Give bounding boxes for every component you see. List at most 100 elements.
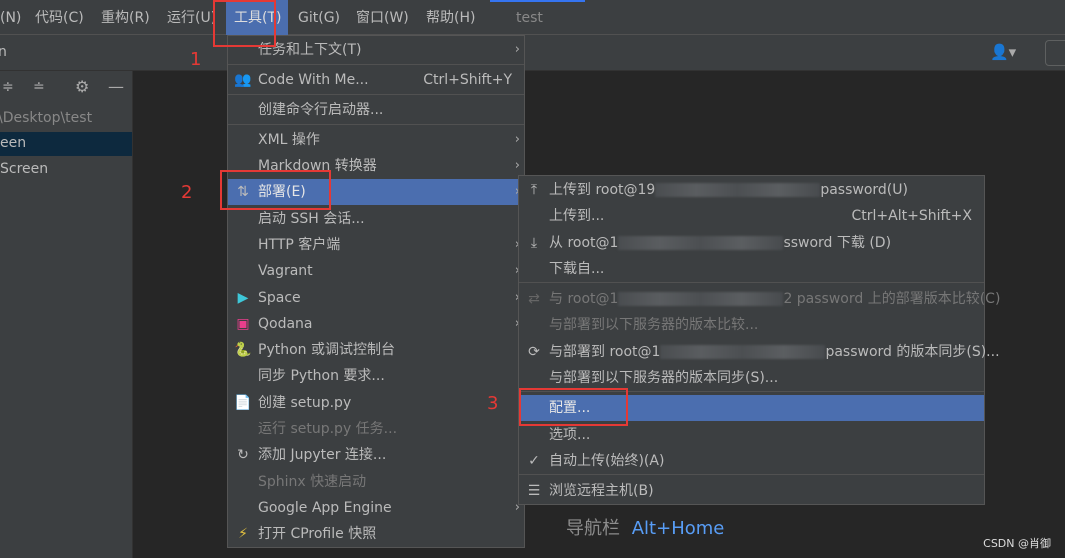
menu-item[interactable]: XML 操作 › (228, 127, 524, 153)
shortcut: Ctrl+Alt+Shift+X (851, 208, 972, 224)
python-console-icon: 🐍 (234, 342, 252, 358)
server-icon: ☰ (527, 483, 541, 499)
annotation-box-2 (220, 170, 331, 210)
collapse-all-icon[interactable]: ≐ (33, 79, 45, 95)
code-with-me-icon: 👥 (234, 72, 252, 88)
download-icon: ⤓ (530, 235, 538, 251)
check-icon: ✓ (528, 453, 540, 469)
menu-item-label: Google App Engine (258, 500, 392, 516)
menu-item-label: 创建 setup.py (258, 395, 352, 411)
menu-separator (228, 64, 524, 65)
sync-icon: ⟳ (528, 344, 540, 360)
menu-item[interactable]: 同步 Python 要求... (228, 363, 524, 389)
upload-icon: ⤒ (530, 182, 538, 198)
menu-item[interactable]: ⇄ 与 root@1 2 password 上的部署版本比较(C) (519, 286, 1000, 312)
menu-code[interactable]: 代码(C) (27, 0, 92, 35)
menu-item-label: Vagrant (258, 263, 313, 279)
menu-item[interactable]: 上传到... Ctrl+Alt+Shift+X (519, 203, 984, 229)
menu-item-label: 浏览远程主机(B) (549, 483, 654, 499)
menu-item[interactable]: ↻ 添加 Jupyter 连接... (228, 442, 524, 468)
compare-icon: ⇄ (528, 291, 540, 307)
tools-menu: 任务和上下文(T) › 👥 Code With Me... Ctrl+Shift+Y 创建… (227, 35, 525, 548)
menu-item-label: 从 root@1 (549, 235, 619, 251)
breadcrumb: n (0, 44, 7, 60)
project-title: test (516, 10, 543, 26)
setup-py-icon: 📄 (234, 395, 252, 411)
qodana-icon: ▣ (236, 316, 250, 332)
menu-item-label: Sphinx 快速启动 (258, 474, 367, 490)
project-path: \Desktop\test (0, 110, 93, 126)
deployment-submenu: ⤒ 上传到 root@19 password(U) 上传到... Ctrl+Alt+Sh… (518, 175, 1000, 505)
tree-item[interactable]: Screen (0, 161, 48, 177)
menu-item-label: HTTP 客户端 (258, 237, 341, 253)
menu-item[interactable]: 👥 Code With Me... Ctrl+Shift+Y (228, 67, 524, 93)
menu-item-label: 打开 CProfile 快照 (258, 526, 377, 542)
gear-icon[interactable]: ⚙ (75, 77, 89, 96)
menu-item-label: Code With Me... (258, 72, 369, 88)
menu-item-label: password(U) (820, 182, 908, 198)
menu-item[interactable]: HTTP 客户端› (228, 232, 524, 258)
menu-item-label: ssword 下载 (D) (783, 235, 892, 251)
menu-item-label: 下载自... (549, 261, 605, 277)
menu-item-label: 启动 SSH 会话... (258, 211, 365, 227)
space-icon: ▶ (237, 290, 249, 306)
menu-item[interactable]: 运行 setup.py 任务... (228, 416, 524, 442)
watermark: CSDN @肖御 (983, 537, 1051, 550)
menu-item-label: 自动上传(始终)(A) (549, 453, 665, 469)
jupyter-icon: ↻ (237, 447, 249, 463)
menu-item-label: XML 操作 (258, 132, 320, 148)
menu-item[interactable]: ☰ 浏览远程主机(B) (519, 478, 984, 504)
menu-refactor[interactable]: 重构(R) (93, 0, 158, 35)
menu-item[interactable]: ⚡ 打开 CProfile 快照 (228, 521, 524, 547)
menu-separator (519, 282, 984, 283)
python-interpreter-button[interactable] (1045, 40, 1065, 66)
menu-item[interactable]: ⤓ 从 root@1 ssword 下载 (D) (519, 230, 984, 256)
menu-item-label: Qodana (258, 316, 313, 332)
menu-item[interactable]: ▶Space› (228, 285, 524, 311)
menu-item[interactable]: 📄 创建 setup.py (228, 390, 524, 416)
project-panel: ≑ ≐ ⚙ — \Desktop\test een Screen (0, 71, 133, 558)
menu-item-label: 创建命令行启动器... (258, 102, 384, 118)
annotation-box-3 (519, 388, 628, 426)
menu-item[interactable]: Vagrant› (228, 258, 524, 284)
menu-item-label: password 的版本同步(S)... (825, 344, 1000, 360)
chevron-right-icon: › (514, 132, 520, 147)
menu-item[interactable]: ⟳ 与部署到 root@1 password 的版本同步(S)... (519, 339, 999, 365)
menu-item-label: 与部署到以下服务器的版本比较... (549, 317, 759, 333)
minimize-icon[interactable]: — (108, 77, 124, 96)
menu-item[interactable]: 下载自... (519, 256, 984, 282)
menu-item-label: 运行 setup.py 任务... (258, 421, 398, 437)
menu-item-label: 与部署到以下服务器的版本同步(S)... (549, 370, 779, 386)
expand-all-icon[interactable]: ≑ (2, 79, 14, 95)
hint-label: 导航栏 (566, 518, 620, 539)
menu-item-label: 2 password 上的部署版本比较(C) (783, 291, 1001, 307)
menu-item[interactable]: 创建命令行启动器... (228, 97, 524, 123)
hint-shortcut: Alt+Home (631, 518, 725, 539)
menu-window[interactable]: 窗口(W) (348, 0, 417, 35)
menu-item-label: 上传到 root@19 (549, 182, 656, 198)
redacted-host (618, 236, 784, 250)
menu-item[interactable]: ▣Qodana› (228, 311, 524, 337)
menu-item-label: 与部署到 root@1 (549, 344, 661, 360)
menu-item[interactable]: Google App Engine › (228, 495, 524, 521)
menu-separator (228, 124, 524, 125)
menu-item[interactable]: ⤒ 上传到 root@19 password(U) (519, 177, 984, 203)
menu-navigate[interactable]: (N) (0, 0, 29, 35)
redacted-host (660, 345, 826, 359)
cprofile-icon: ⚡ (238, 526, 248, 542)
tree-item-selected[interactable]: een (0, 132, 132, 156)
toolbar: n 👤▾ (0, 35, 1065, 71)
menu-help[interactable]: 帮助(H) (418, 0, 483, 35)
progress-indicator (490, 0, 585, 2)
redacted-host (655, 183, 821, 197)
menu-item[interactable]: Sphinx 快速启动 (228, 469, 524, 495)
annotation-box-1 (213, 0, 276, 47)
menu-item[interactable]: 与部署到以下服务器的版本比较... (519, 312, 984, 338)
menu-item[interactable]: 🐍 Python 或调试控制台 (228, 337, 524, 363)
menu-bar: (N) 代码(C) 重构(R) 运行(U) 工具(T) Git(G) 窗口(W)… (0, 0, 1065, 35)
code-with-me-user-icon[interactable]: 👤▾ (990, 43, 1016, 61)
menu-git[interactable]: Git(G) (290, 0, 348, 35)
chevron-right-icon: › (514, 42, 520, 57)
menu-item[interactable]: ✓ 自动上传(始终)(A) (519, 448, 984, 474)
menu-item-label: 上传到... (549, 208, 605, 224)
